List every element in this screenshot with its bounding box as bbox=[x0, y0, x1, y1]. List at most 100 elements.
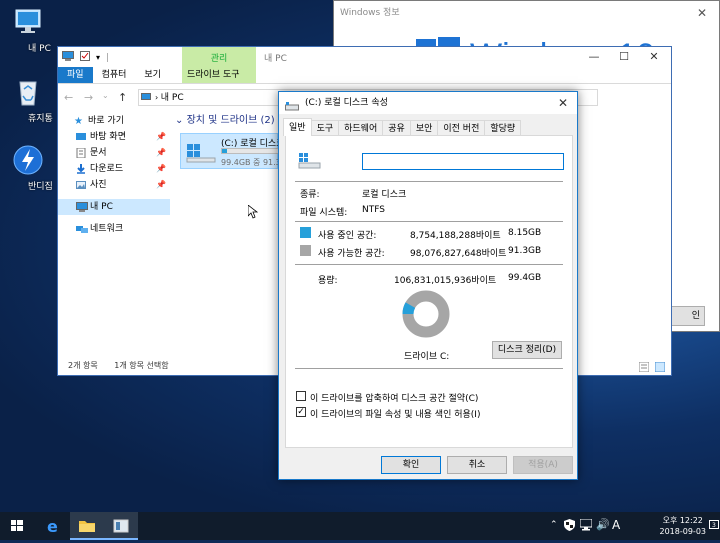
desktop-icon-bandizip[interactable]: 반디집 bbox=[0, 144, 56, 192]
recent-dropdown-icon[interactable]: ⌄ bbox=[102, 91, 109, 100]
minimize-button[interactable]: — bbox=[579, 47, 609, 67]
start-button[interactable] bbox=[0, 512, 34, 540]
free-space-bytes: 98,076,827,648바이트 bbox=[410, 249, 507, 259]
divider bbox=[295, 221, 563, 222]
disk-usage-donut-chart bbox=[402, 290, 450, 338]
tab-previous-versions[interactable]: 이전 버전 bbox=[437, 120, 486, 136]
pin-icon: 📌 bbox=[156, 132, 166, 141]
documents-icon bbox=[76, 147, 86, 159]
system-tray: ⌃ 🔊 A 오후 12:22 2018-09-03 3 bbox=[550, 512, 720, 540]
used-space-bytes: 8,754,188,288바이트 bbox=[410, 231, 501, 241]
index-drive-label: 이 드라이브의 파일 속성 및 내용 색인 허용(I) bbox=[310, 410, 481, 420]
nav-item-label: 사진 bbox=[90, 180, 107, 190]
hard-drive-icon bbox=[298, 152, 322, 173]
nav-item-this-pc[interactable]: 내 PC bbox=[58, 199, 170, 215]
properties-quick-icon[interactable] bbox=[80, 51, 90, 64]
network-icon[interactable] bbox=[579, 518, 593, 534]
maximize-button[interactable]: ☐ bbox=[609, 47, 639, 67]
drive-tile-c[interactable]: (C:) 로컬 디스크 99.4GB 중 91.3GB bbox=[180, 133, 292, 169]
desktop-icon-label: 휴지통 bbox=[28, 114, 53, 124]
capacity-gb: 99.4GB bbox=[508, 273, 542, 283]
status-item-count: 2개 항목 bbox=[68, 361, 98, 370]
filesystem-label: 파일 시스템: bbox=[300, 208, 348, 218]
desktop-icon-this-pc[interactable]: 내 PC bbox=[0, 6, 56, 54]
apply-button[interactable]: 적용(A) bbox=[513, 456, 573, 474]
free-space-swatch bbox=[300, 245, 311, 256]
dialog-tabs: 일반 도구 하드웨어 공유 보안 이전 버전 할당량 bbox=[283, 118, 522, 136]
back-arrow-icon[interactable]: ← bbox=[64, 91, 73, 104]
bandizip-icon bbox=[11, 144, 45, 176]
drive-name-input[interactable] bbox=[362, 153, 564, 170]
drive-properties-dialog[interactable]: (C:) 로컬 디스크 속성 ✕ 일반 도구 하드웨어 공유 보안 이전 버전 … bbox=[278, 91, 578, 480]
star-icon: ★ bbox=[74, 116, 83, 127]
ribbon-divider bbox=[58, 83, 671, 84]
context-tab-label: 관리 bbox=[210, 54, 228, 64]
disk-cleanup-button[interactable]: 디스크 정리(D) bbox=[492, 341, 562, 359]
section-header-label: 장치 및 드라이브 (2) bbox=[186, 115, 275, 126]
nav-item-network[interactable]: 네트워크 bbox=[58, 221, 170, 237]
tab-quota[interactable]: 할당량 bbox=[484, 120, 522, 136]
taskbar-clock[interactable]: 오후 12:22 2018-09-03 bbox=[660, 515, 707, 537]
taskbar-properties-button[interactable] bbox=[104, 512, 138, 540]
desktop: 내 PC 휴지통 반디집 Windows 정보 ✕ 인 ▾ | 관리 내 PC … bbox=[0, 0, 720, 512]
index-drive-checkbox[interactable]: ✓ bbox=[296, 407, 306, 417]
desktop-folder-icon bbox=[76, 132, 86, 142]
nav-item-documents[interactable]: 문서 📌 bbox=[58, 145, 170, 161]
used-space-gb: 8.15GB bbox=[508, 228, 542, 238]
dialog-close-button[interactable]: ✕ bbox=[549, 92, 577, 114]
show-hidden-icons-icon[interactable]: ⌃ bbox=[550, 520, 558, 530]
nav-item-pictures[interactable]: 사진 📌 bbox=[58, 177, 170, 193]
pin-icon: 📌 bbox=[156, 148, 166, 157]
desktop-icon-label: 반디집 bbox=[28, 182, 53, 192]
taskbar-edge-button[interactable]: e bbox=[36, 512, 70, 540]
close-button[interactable]: ✕ bbox=[639, 47, 669, 67]
tiles-view-icon[interactable] bbox=[654, 361, 666, 379]
cancel-button[interactable]: 취소 bbox=[447, 456, 507, 474]
drive-usage-bar bbox=[221, 148, 281, 154]
desktop-icon-recycle-bin[interactable]: 휴지통 bbox=[0, 76, 56, 124]
tab-view[interactable]: 보기 bbox=[135, 67, 170, 83]
navigation-pane: ★ 바로 가기 바탕 화면 📌 문서 📌 다운로드 📌 사진 📌 내 PC 네트… bbox=[58, 113, 170, 353]
taskbar-file-explorer-button[interactable] bbox=[70, 512, 104, 540]
free-space-label: 사용 가능한 공간: bbox=[318, 249, 385, 259]
forward-arrow-icon[interactable]: → bbox=[84, 91, 93, 104]
tab-sharing[interactable]: 공유 bbox=[382, 120, 411, 136]
dialog-titlebar: (C:) 로컬 디스크 속성 ✕ bbox=[279, 92, 577, 114]
ok-button[interactable]: 확인 bbox=[381, 456, 441, 474]
download-icon bbox=[76, 164, 86, 174]
pin-icon: 📌 bbox=[156, 180, 166, 189]
qa-divider: | bbox=[106, 52, 110, 63]
tab-general[interactable]: 일반 bbox=[283, 118, 312, 136]
close-icon[interactable]: ✕ bbox=[697, 6, 707, 20]
mouse-cursor bbox=[247, 204, 259, 222]
security-shield-icon[interactable] bbox=[564, 519, 575, 534]
windows-logo-icon bbox=[11, 520, 23, 531]
status-selected: 1개 항목 선택함 bbox=[114, 361, 169, 370]
up-arrow-icon[interactable]: ↑ bbox=[118, 91, 127, 104]
nav-quick-access[interactable]: ★ 바로 가기 bbox=[58, 113, 170, 129]
volume-icon[interactable]: 🔊 bbox=[596, 518, 610, 531]
tab-security[interactable]: 보안 bbox=[409, 120, 439, 136]
compress-drive-checkbox[interactable] bbox=[296, 391, 306, 401]
tab-drive-tools[interactable]: 드라이브 도구 bbox=[178, 67, 249, 83]
qa-dropdown-icon[interactable]: ▾ bbox=[96, 53, 100, 62]
nav-item-downloads[interactable]: 다운로드 📌 bbox=[58, 161, 170, 177]
desktop-icon-label: 내 PC bbox=[28, 44, 51, 54]
hard-drive-icon bbox=[185, 140, 217, 167]
compress-drive-label: 이 드라이브를 압축하여 디스크 공간 절약(C) bbox=[310, 394, 479, 404]
details-view-icon[interactable] bbox=[638, 361, 650, 379]
tab-hardware[interactable]: 하드웨어 bbox=[338, 120, 384, 136]
dialog-title: (C:) 로컬 디스크 속성 bbox=[305, 98, 388, 108]
tab-computer[interactable]: 컴퓨터 bbox=[93, 67, 136, 83]
nav-item-desktop[interactable]: 바탕 화면 📌 bbox=[58, 129, 170, 145]
tab-tools[interactable]: 도구 bbox=[310, 120, 340, 136]
capacity-label: 용량: bbox=[318, 276, 338, 286]
nav-item-label: 네트워크 bbox=[90, 224, 124, 234]
notification-center-icon[interactable]: 3 bbox=[709, 520, 719, 534]
used-space-swatch bbox=[300, 227, 311, 238]
ime-indicator[interactable]: A bbox=[612, 518, 620, 532]
folder-icon bbox=[79, 521, 95, 532]
type-label: 종류: bbox=[300, 190, 320, 200]
address-pc-icon bbox=[141, 93, 151, 108]
tab-file[interactable]: 파일 bbox=[58, 67, 93, 83]
